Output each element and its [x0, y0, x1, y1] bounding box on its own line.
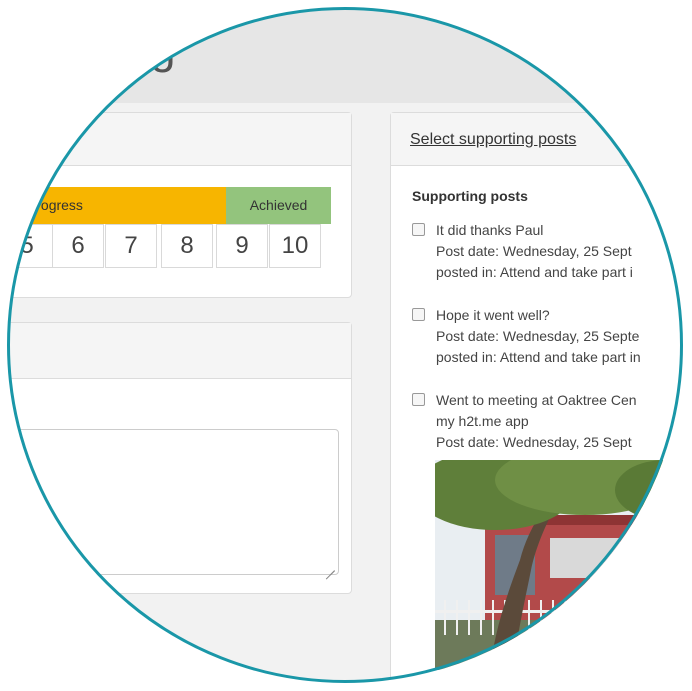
- scale-number-5[interactable]: 5: [9, 224, 53, 268]
- post-3-date: Post date: Wednesday, 25 Sept: [436, 434, 632, 450]
- post-3-checkbox[interactable]: [412, 393, 425, 406]
- notes-textarea[interactable]: [9, 429, 339, 575]
- post-3-photo[interactable]: [435, 460, 683, 670]
- scale-numbers: 5 6 7 8 9 10: [9, 224, 341, 268]
- post-2-checkbox[interactable]: [412, 308, 425, 321]
- page-title-fragment: g: [150, 21, 176, 73]
- band-good-progress: od progress: [9, 187, 226, 224]
- scale-number-7[interactable]: 7: [105, 224, 157, 268]
- post-1-category: posted in: Attend and take part i: [436, 264, 633, 280]
- post-1-text: It did thanks Paul: [436, 222, 544, 238]
- circular-viewport: g od progress Achieved 5 6 7 8 9 10 Sele…: [9, 9, 683, 683]
- scale-bands: od progress Achieved: [9, 187, 341, 224]
- select-supporting-posts-link[interactable]: Select supporting posts: [410, 131, 576, 149]
- scale-number-8[interactable]: 8: [161, 224, 213, 268]
- post-photo-illustration: [435, 460, 683, 670]
- notes-panel: [9, 322, 352, 594]
- resize-grip-icon[interactable]: [325, 561, 335, 571]
- post-2-text: Hope it went well?: [436, 307, 550, 323]
- post-3-text: Went to meeting at Oaktree Cen: [436, 392, 637, 408]
- post-3-text-cont: my h2t.me app: [436, 413, 529, 429]
- post-1-date: Post date: Wednesday, 25 Sept: [436, 243, 632, 259]
- scale-number-6[interactable]: 6: [52, 224, 104, 268]
- notes-panel-header: [9, 323, 351, 379]
- scale-number-9[interactable]: 9: [216, 224, 268, 268]
- app-screen: g od progress Achieved 5 6 7 8 9 10 Sele…: [9, 9, 683, 683]
- progress-panel-header: [9, 113, 351, 166]
- page-header: g: [9, 9, 683, 103]
- band-achieved: Achieved: [226, 187, 331, 224]
- post-2-category: posted in: Attend and take part in: [436, 349, 641, 365]
- supporting-posts-heading: Supporting posts: [412, 188, 528, 204]
- progress-panel: od progress Achieved 5 6 7 8 9 10: [9, 112, 352, 298]
- post-1-checkbox[interactable]: [412, 223, 425, 236]
- post-2-date: Post date: Wednesday, 25 Septe: [436, 328, 640, 344]
- scale-number-10[interactable]: 10: [269, 224, 321, 268]
